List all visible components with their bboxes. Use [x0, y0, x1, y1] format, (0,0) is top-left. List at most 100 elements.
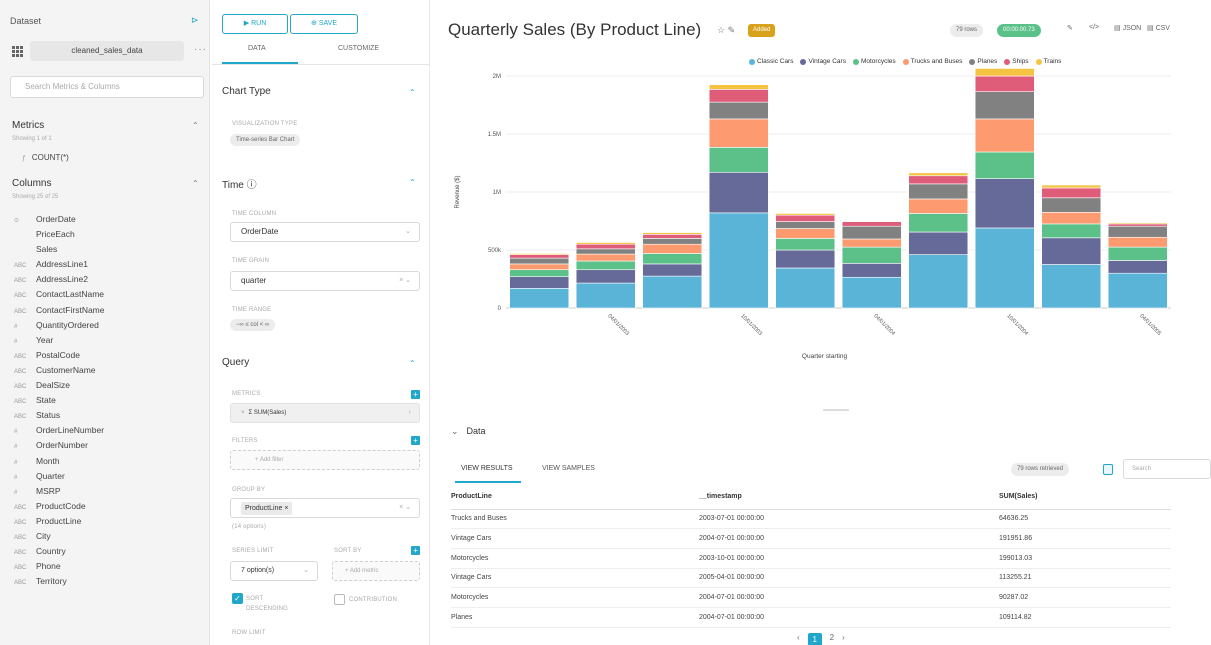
dataset-selector[interactable]: cleaned_sales_data ··· [8, 40, 207, 62]
bar-segment[interactable] [775, 214, 836, 222]
column-header[interactable]: __timestamp [699, 485, 999, 510]
column-item[interactable]: Sales [14, 242, 105, 257]
metrics-section-title[interactable]: Metrics [12, 120, 44, 131]
bar-segment[interactable] [974, 178, 1035, 229]
bar-segment[interactable] [908, 213, 969, 233]
bar-segment[interactable] [775, 238, 836, 251]
metric-item[interactable]: ƒ COUNT(*) [22, 153, 69, 162]
save-button[interactable]: ⊕ SAVE [290, 14, 358, 34]
bar-segment[interactable] [775, 228, 836, 239]
bar-segment[interactable] [974, 91, 1035, 120]
series-limit-select[interactable]: 7 option(s) ⌄ [230, 561, 318, 581]
bar-segment[interactable] [1041, 223, 1102, 239]
bar-segment[interactable] [974, 118, 1035, 153]
bar-segment[interactable] [708, 89, 769, 103]
column-item[interactable]: # Year [14, 333, 105, 348]
query-section-title[interactable]: Query [222, 357, 249, 368]
bar-segment[interactable] [908, 172, 969, 177]
column-item[interactable]: ABC Status [14, 408, 105, 423]
bar-segment[interactable] [1041, 197, 1102, 213]
bar-segment[interactable] [974, 151, 1035, 179]
tab-view-results[interactable]: VIEW RESULTS [461, 465, 513, 472]
bar-segment[interactable] [775, 267, 836, 309]
column-item[interactable]: ABC Country [14, 544, 105, 559]
bar-segment[interactable] [642, 253, 703, 265]
column-item[interactable]: ABC ProductLine [14, 514, 105, 529]
column-item[interactable]: ABC State [14, 393, 105, 408]
more-options-icon[interactable]: ··· [194, 44, 207, 55]
time-range-selector[interactable]: −∞ ≤ col < ∞ [230, 319, 276, 331]
bar-segment[interactable] [908, 175, 969, 185]
bar-segment[interactable] [575, 248, 636, 255]
bar-segment[interactable] [1107, 246, 1168, 261]
bar-segment[interactable] [575, 253, 636, 262]
bar-segment[interactable] [1107, 272, 1168, 309]
chevron-up-icon[interactable]: ⌃ [409, 178, 416, 187]
bar-segment[interactable] [708, 147, 769, 173]
bar-segment[interactable] [1107, 225, 1168, 238]
bar-segment[interactable] [708, 84, 769, 90]
bar-segment[interactable] [509, 287, 570, 309]
bar-segment[interactable] [974, 68, 1035, 77]
column-item[interactable]: # OrderNumber [14, 438, 105, 453]
columns-section-title[interactable]: Columns [12, 178, 51, 189]
bar-segment[interactable] [575, 282, 636, 309]
bar-segment[interactable] [908, 231, 969, 255]
column-item[interactable]: PriceEach [14, 227, 105, 242]
bar-segment[interactable] [1041, 187, 1102, 199]
column-item[interactable]: ⊙ OrderDate [14, 212, 105, 227]
bar-segment[interactable] [1107, 236, 1168, 248]
column-item[interactable]: ABC PostalCode [14, 348, 105, 363]
bar-segment[interactable] [642, 234, 703, 239]
bar-segment[interactable] [509, 269, 570, 277]
tab-view-samples[interactable]: VIEW SAMPLES [542, 465, 595, 472]
column-item[interactable]: ABC CustomerName [14, 363, 105, 378]
bar-segment[interactable] [841, 225, 902, 240]
dataset-name[interactable]: cleaned_sales_data [30, 41, 184, 61]
column-item[interactable]: ABC AddressLine1 [14, 257, 105, 272]
column-header[interactable]: SUM(Sales) [999, 485, 1171, 510]
bar-segment[interactable] [642, 232, 703, 235]
sort-descending-checkbox[interactable]: ✓ [232, 593, 243, 604]
metric-sum-sales[interactable]: × Σ SUM(Sales) › [230, 403, 420, 423]
next-page-button[interactable]: › [842, 633, 845, 645]
time-column-select[interactable]: OrderDate ⌄ [230, 222, 420, 242]
collapse-panel-icon[interactable]: ⊳ [191, 15, 199, 26]
column-item[interactable]: ABC Territory [14, 574, 105, 589]
tab-customize[interactable]: CUSTOMIZE [338, 45, 379, 52]
bar-segment[interactable] [775, 221, 836, 229]
column-item[interactable]: ABC AddressLine2 [14, 272, 105, 287]
bar-segment[interactable] [642, 243, 703, 254]
bar-segment[interactable] [509, 276, 570, 289]
bar-segment[interactable] [974, 227, 1035, 309]
bar-segment[interactable] [1041, 212, 1102, 225]
column-item[interactable]: ABC Phone [14, 559, 105, 574]
bar-segment[interactable] [509, 263, 570, 271]
remove-icon[interactable]: × [241, 410, 245, 416]
column-header[interactable]: ProductLine [451, 485, 699, 510]
column-item[interactable]: # Month [14, 454, 105, 469]
chevron-up-icon[interactable]: ⌃ [192, 121, 199, 130]
copy-icon[interactable] [1103, 464, 1113, 475]
bar-segment[interactable] [841, 276, 902, 309]
group-by-select[interactable]: ProductLine × × ⌄ [230, 498, 420, 518]
bar-segment[interactable] [708, 212, 769, 309]
bar-segment[interactable] [575, 269, 636, 284]
column-item[interactable]: # Quarter [14, 469, 105, 484]
bar-segment[interactable] [1107, 223, 1168, 227]
add-sort-metric-button[interactable]: + Add metric [332, 561, 420, 581]
bar-segment[interactable] [1107, 260, 1168, 274]
bar-segment[interactable] [509, 257, 570, 265]
bar-segment[interactable] [708, 171, 769, 214]
bar-segment[interactable] [509, 254, 570, 259]
contribution-checkbox[interactable] [334, 594, 345, 605]
add-sort-icon[interactable]: + [411, 546, 420, 555]
remove-icon[interactable]: × [284, 505, 288, 512]
column-item[interactable]: ABC ProductCode [14, 499, 105, 514]
time-grain-select[interactable]: quarter × ⌄ [230, 271, 420, 291]
chevron-up-icon[interactable]: ⌃ [192, 179, 199, 188]
column-item[interactable]: # MSRP [14, 484, 105, 499]
bar-segment[interactable] [642, 263, 703, 277]
bar-segment[interactable] [642, 238, 703, 245]
chart-type-section-title[interactable]: Chart Type [222, 86, 271, 97]
